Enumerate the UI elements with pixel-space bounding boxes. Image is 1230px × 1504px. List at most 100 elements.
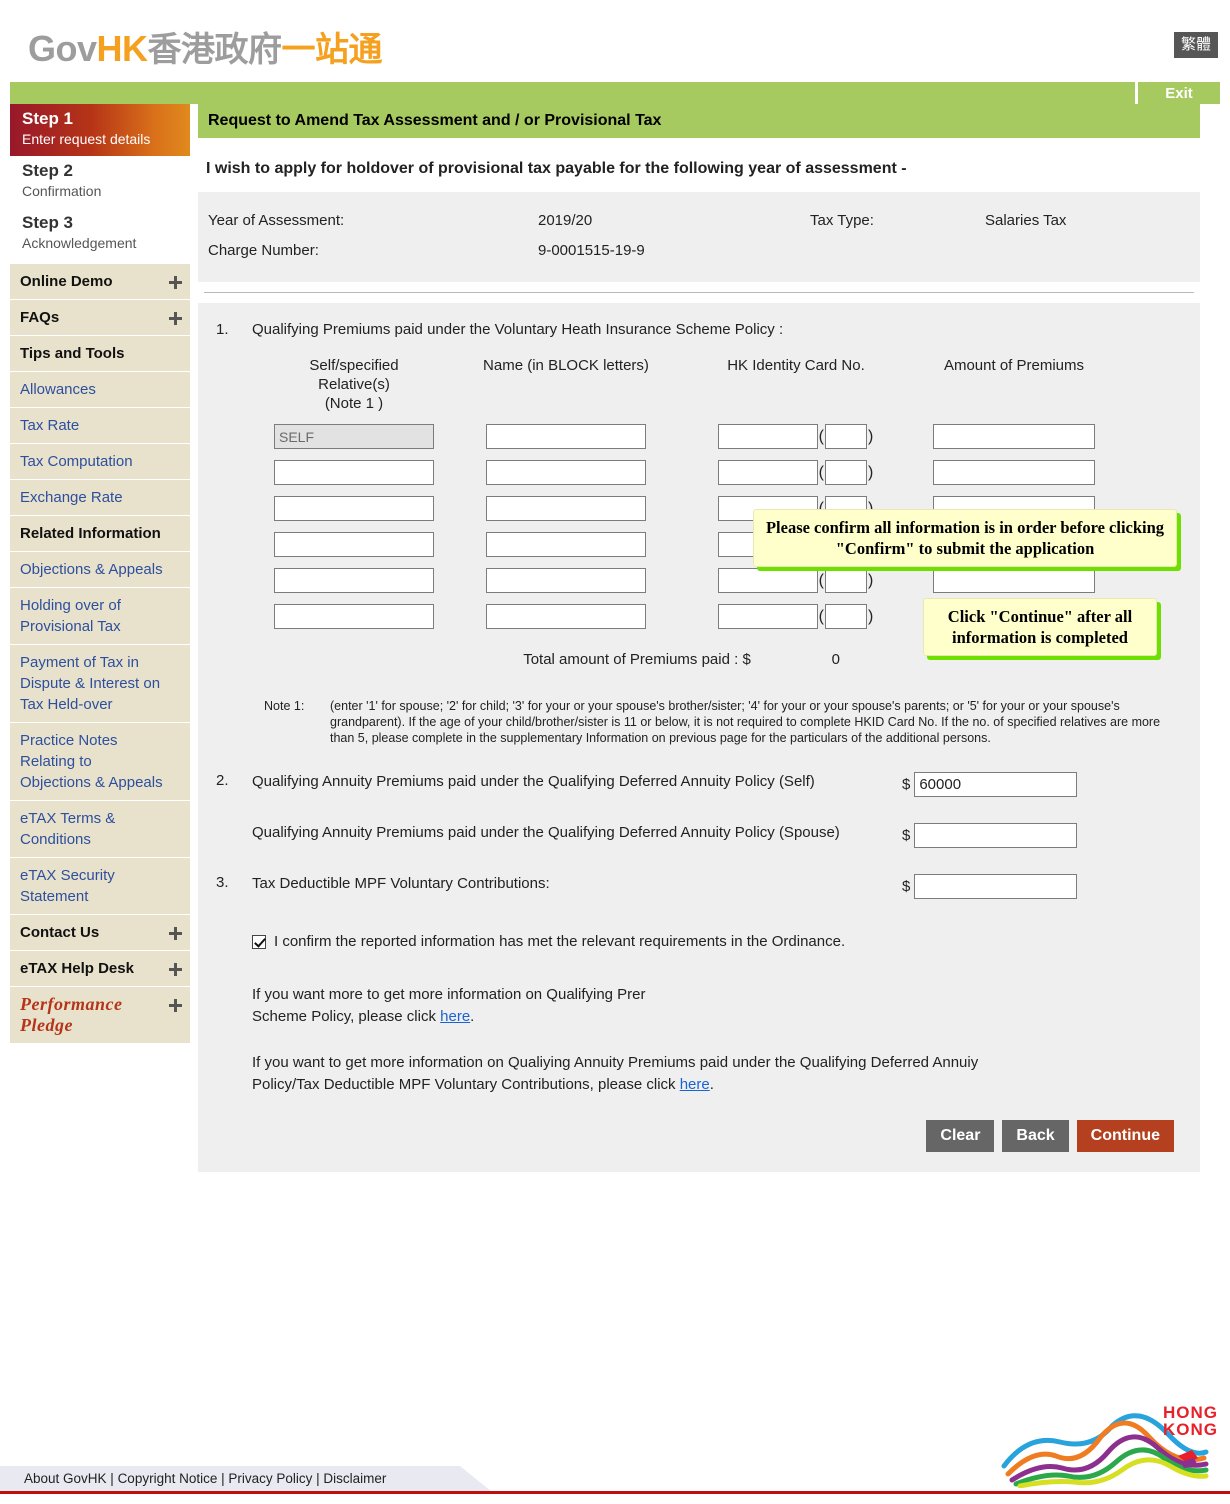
relative-input-row-1[interactable] <box>274 424 434 449</box>
relative-input-row-4[interactable] <box>274 532 434 557</box>
note-1-text: (enter '1' for spouse; '2' for child; '3… <box>330 699 1161 745</box>
charge-number-value: 9-0001515-19-9 <box>538 242 645 259</box>
back-button[interactable]: Back <box>1002 1120 1069 1152</box>
name-input-row-4[interactable] <box>486 532 646 557</box>
form-panel: 1. Qualifying Premiums paid under the Vo… <box>198 303 1200 1172</box>
logo-gov-text: Gov <box>28 28 97 69</box>
sidebar-label-contact-us: Contact Us <box>20 924 100 941</box>
name-input-row-6[interactable] <box>486 604 646 629</box>
name-input-row-2[interactable] <box>486 460 646 485</box>
confirm-row[interactable]: I confirm the reported information has m… <box>198 933 1200 950</box>
amount-input-row-5[interactable] <box>933 568 1095 593</box>
tax-type-label: Tax Type: <box>810 212 874 229</box>
language-toggle-button[interactable]: 繁體 <box>1173 32 1218 58</box>
sidebar-label-related-information: Related Information <box>20 525 161 542</box>
sidebar-item-tax-rate[interactable]: Tax Rate <box>10 408 190 444</box>
logo-chinese-orange: 一站通 <box>281 31 383 69</box>
total-premiums-label: Total amount of Premiums paid : $ <box>523 651 751 668</box>
footer-links: About GovHK | Copyright Notice | Privacy… <box>0 1466 492 1492</box>
sidebar-item-payment-of-tax-in-dispute[interactable]: Payment of Tax in Dispute & Interest on … <box>10 645 190 723</box>
hkid-check-digit-input-row-1[interactable] <box>825 424 867 449</box>
question-3-number: 3. <box>216 874 229 891</box>
step-1-subtitle: Enter request details <box>22 131 151 147</box>
hkid-input-row-5[interactable] <box>717 568 818 593</box>
column-header-amount: Amount of Premiums <box>943 357 1085 374</box>
charge-number-label: Charge Number: <box>208 242 319 259</box>
clear-button[interactable]: Clear <box>926 1120 995 1152</box>
expand-plus-icon[interactable] <box>169 926 182 940</box>
site-header: GovHK香港政府一站通 繁體 <box>0 0 1230 78</box>
info-paragraph-1-end: . <box>470 1008 475 1025</box>
note-1: Note 1: (enter '1' for spouse; '2' for c… <box>198 698 1200 746</box>
mpf-voluntary-input[interactable] <box>914 874 1078 899</box>
amount-input-row-2[interactable] <box>933 460 1095 485</box>
continue-button[interactable]: Continue <box>1076 1120 1174 1152</box>
info-paragraph-1-line1: If you want more to get more information… <box>252 986 646 1003</box>
expand-plus-icon[interactable] <box>169 962 182 976</box>
sidebar-item-practice-notes[interactable]: Practice Notes Relating to Objections & … <box>10 723 190 801</box>
sidebar-label-etax-terms-conditions: eTAX Terms & Conditions <box>20 810 116 848</box>
sidebar-label-tips-and-tools: Tips and Tools <box>20 345 125 362</box>
exit-button[interactable]: Exit <box>1138 82 1220 104</box>
footer-link-copyright-notice[interactable]: Copyright Notice <box>118 1471 218 1486</box>
annuity-spouse-input[interactable] <box>914 823 1078 848</box>
sidebar-item-exchange-rate[interactable]: Exchange Rate <box>10 480 190 516</box>
footer-link-about-govhk[interactable]: About GovHK <box>24 1471 107 1486</box>
sidebar-item-holding-over-provisional-tax[interactable]: Holding over of Provisional Tax <box>10 588 190 645</box>
sidebar-item-etax-security-statement[interactable]: eTAX Security Statement <box>10 858 190 915</box>
sidebar-item-objections-appeals[interactable]: Objections & Appeals <box>10 552 190 588</box>
question-1: 1. Qualifying Premiums paid under the Vo… <box>198 321 1200 338</box>
name-input-row-1[interactable] <box>486 424 646 449</box>
hkid-check-digit-input-row-2[interactable] <box>825 460 867 485</box>
confirm-checkbox-label: I confirm the reported information has m… <box>274 933 846 950</box>
name-input-row-5[interactable] <box>486 568 646 593</box>
sidebar-step-2[interactable]: Step 2 Confirmation <box>10 156 190 208</box>
hkid-check-digit-input-row-6[interactable] <box>825 604 867 629</box>
annuity-self-input[interactable] <box>914 772 1078 797</box>
sidebar-item-contact-us[interactable]: Contact Us <box>10 915 190 951</box>
hkid-input-row-1[interactable] <box>717 424 818 449</box>
govhk-logo: GovHK香港政府一站通 <box>28 22 383 71</box>
relative-input-row-5[interactable] <box>274 568 434 593</box>
dollar-sign-q3: $ <box>902 878 911 895</box>
hkid-check-digit-input-row-5[interactable] <box>825 568 867 593</box>
tooltip-confirm-information: Please confirm all information is in ord… <box>753 509 1177 567</box>
sidebar-item-faqs[interactable]: FAQs <box>10 300 190 336</box>
sidebar-item-etax-help-desk[interactable]: eTAX Help Desk <box>10 951 190 987</box>
sidebar-step-3[interactable]: Step 3 Acknowledgement <box>10 208 190 260</box>
hkid-input-row-6[interactable] <box>717 604 818 629</box>
confirm-checkbox[interactable] <box>252 934 266 949</box>
site-footer: HONG KONG About GovHK | Copyright Notice… <box>0 1398 1230 1504</box>
sidebar-label-holding-over-provisional-tax: Holding over of Provisional Tax <box>20 597 121 635</box>
total-premiums-value: 0 <box>831 651 840 668</box>
name-input-row-3[interactable] <box>486 496 646 521</box>
footer-sep-1: | <box>106 1471 118 1486</box>
logo-hk-text: HK <box>96 28 149 69</box>
sidebar-item-allowances[interactable]: Allowances <box>10 372 190 408</box>
sidebar-step-1[interactable]: Step 1 Enter request details <box>10 104 190 156</box>
relative-input-row-6[interactable] <box>274 604 434 629</box>
table-row: () <box>258 460 1200 485</box>
expand-plus-icon[interactable] <box>169 311 182 325</box>
sidebar-item-performance-pledge[interactable]: Performance Pledge <box>10 987 190 1044</box>
footer-link-disclaimer[interactable]: Disclaimer <box>323 1471 386 1486</box>
relative-input-row-3[interactable] <box>274 496 434 521</box>
table-row: () <box>258 568 1200 593</box>
question-1-number: 1. <box>216 321 229 338</box>
sidebar-item-tax-computation[interactable]: Tax Computation <box>10 444 190 480</box>
relative-input-row-2[interactable] <box>274 460 434 485</box>
expand-plus-icon[interactable] <box>169 275 182 289</box>
footer-link-privacy-policy[interactable]: Privacy Policy <box>228 1471 312 1486</box>
table-row: () <box>258 424 1200 449</box>
step-3-title: Step 3 <box>22 213 74 232</box>
expand-plus-icon[interactable] <box>169 999 182 1012</box>
note-1-label: Note 1: <box>264 699 305 713</box>
hkid-input-row-2[interactable] <box>717 460 818 485</box>
info-link-1[interactable]: here <box>440 1008 470 1025</box>
form-buttons: Clear Back Continue <box>198 1096 1200 1156</box>
sidebar-item-online-demo[interactable]: Online Demo <box>10 264 190 300</box>
amount-input-row-1[interactable] <box>933 424 1095 449</box>
info-link-2[interactable]: here <box>680 1076 710 1093</box>
sidebar-item-etax-terms-conditions[interactable]: eTAX Terms & Conditions <box>10 801 190 858</box>
question-2-spouse-label: Qualifying Annuity Premiums paid under t… <box>252 824 840 841</box>
